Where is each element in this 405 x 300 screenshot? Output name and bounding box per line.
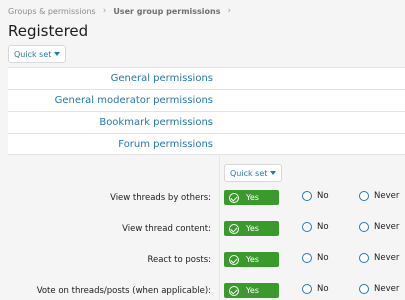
permission-label: React to posts:	[147, 255, 211, 265]
radio-circle-icon	[359, 222, 369, 232]
check-circle-icon	[229, 192, 239, 203]
breadcrumb-groups-permissions[interactable]: Groups & permissions	[8, 7, 96, 16]
breadcrumb: Groups & permissions › User group permis…	[8, 6, 238, 16]
section-forum-permissions[interactable]: Forum permissions	[8, 133, 405, 155]
check-circle-icon	[229, 254, 239, 265]
caret-down-icon	[270, 171, 277, 175]
chevron-right-icon: ›	[102, 6, 107, 16]
permission-label: View thread content:	[122, 224, 211, 234]
section-label: General permissions	[110, 73, 213, 84]
radio-circle-icon	[359, 253, 369, 263]
radio-circle-icon	[302, 222, 312, 232]
chevron-right-icon: ›	[227, 6, 232, 16]
no-option[interactable]: No	[302, 222, 329, 232]
section-general-permissions[interactable]: General permissions	[8, 67, 405, 89]
permission-row: View thread content: Yes No Never	[0, 221, 405, 239]
caret-down-icon	[54, 52, 61, 56]
quick-set-label: Quick set	[14, 49, 52, 59]
no-option[interactable]: No	[302, 253, 329, 263]
yes-option[interactable]: Yes	[224, 221, 279, 236]
never-option[interactable]: Never	[359, 284, 399, 294]
quick-set-button[interactable]: Quick set	[8, 45, 67, 63]
section-general-moderator-permissions[interactable]: General moderator permissions	[8, 89, 405, 111]
radio-circle-icon	[302, 253, 312, 263]
check-circle-icon	[229, 223, 239, 234]
permission-label: Vote on threads/posts (when applicable):	[36, 286, 211, 296]
check-circle-icon	[229, 285, 239, 296]
section-label: Forum permissions	[118, 139, 213, 150]
page-title: Registered	[8, 22, 89, 40]
quick-set-label: Quick set	[230, 168, 268, 178]
radio-circle-icon	[302, 284, 312, 294]
permission-label: View threads by others:	[110, 193, 211, 203]
permission-row: View threads by others: Yes No Never	[0, 190, 405, 208]
never-option[interactable]: Never	[359, 191, 399, 201]
never-option[interactable]: Never	[359, 222, 399, 232]
no-option[interactable]: No	[302, 284, 329, 294]
permission-row: React to posts: Yes No Never	[0, 252, 405, 270]
radio-circle-icon	[302, 191, 312, 201]
section-label: Bookmark permissions	[99, 117, 213, 128]
never-option[interactable]: Never	[359, 253, 399, 263]
section-bookmark-permissions[interactable]: Bookmark permissions	[8, 111, 405, 133]
yes-option[interactable]: Yes	[224, 252, 279, 267]
forum-quick-set-button[interactable]: Quick set	[224, 164, 283, 182]
section-label: General moderator permissions	[54, 95, 213, 106]
yes-option[interactable]: Yes	[224, 283, 279, 298]
radio-circle-icon	[359, 284, 369, 294]
permission-row: Vote on threads/posts (when applicable):…	[0, 283, 405, 300]
yes-option[interactable]: Yes	[224, 190, 279, 205]
radio-circle-icon	[359, 191, 369, 201]
no-option[interactable]: No	[302, 191, 329, 201]
breadcrumb-user-group-permissions[interactable]: User group permissions	[113, 7, 220, 16]
